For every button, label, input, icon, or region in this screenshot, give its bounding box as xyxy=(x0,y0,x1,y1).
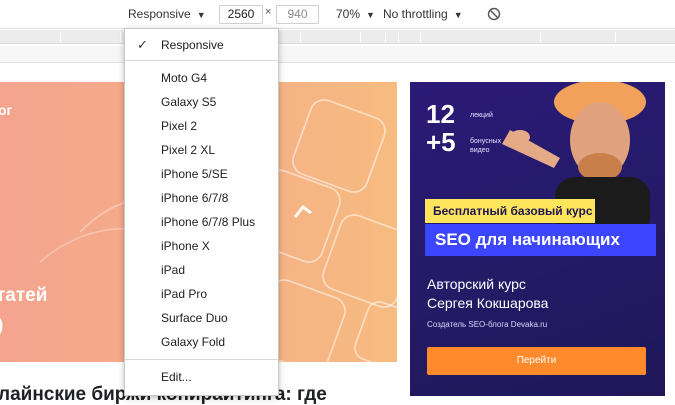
height-input[interactable]: 940 xyxy=(276,5,319,24)
page-ruler xyxy=(0,46,675,63)
menu-item-device[interactable]: iPad xyxy=(125,258,278,282)
bonus-count-label: бонусных видео xyxy=(470,138,502,154)
throttle-select-label: No throttling xyxy=(383,7,448,21)
caret-down-icon: ▼ xyxy=(366,10,375,20)
checkmark-icon: ✓ xyxy=(137,37,148,52)
caret-down-icon: ▼ xyxy=(196,10,206,20)
menu-divider xyxy=(125,60,278,61)
menu-item-label: Responsive xyxy=(161,38,224,52)
hero-heading-fragment-2: ) xyxy=(0,315,3,337)
menu-item-device[interactable]: iPhone 6/7/8 xyxy=(125,186,278,210)
zoom-select[interactable]: 70% ▼ xyxy=(336,5,375,24)
device-dropdown-menu: ✓ Responsive Moto G4 Galaxy S5 Pixel 2 P… xyxy=(124,28,279,396)
go-button[interactable]: Перейти xyxy=(427,347,646,375)
menu-divider xyxy=(125,359,278,360)
no-rotate-icon[interactable] xyxy=(487,7,501,21)
menu-item-device[interactable]: iPhone 5/SE xyxy=(125,162,278,186)
course-title-tag: SEO для начинающих xyxy=(425,224,656,256)
author-description: Создатель SEO-блога Devaka.ru xyxy=(427,320,548,329)
course-author-line-2: Сергея Кокшарова xyxy=(427,295,549,311)
media-query-bar[interactable] xyxy=(0,30,675,44)
device-select-label: Responsive xyxy=(128,7,191,21)
menu-item-device[interactable]: iPad Pro xyxy=(125,282,278,306)
device-select[interactable]: Responsive ▼ xyxy=(128,5,206,23)
throttle-select[interactable]: No throttling ▼ xyxy=(383,5,463,24)
lecture-count: 12 xyxy=(426,99,455,129)
device-toolbar: Responsive ▼ 2560 × 940 70% ▼ No throttlin… xyxy=(0,0,675,29)
menu-item-device[interactable]: Galaxy Fold xyxy=(125,330,278,354)
menu-item-device[interactable]: Moto G4 xyxy=(125,66,278,90)
hero-heading-fragment: татей xyxy=(0,285,48,306)
menu-item-device[interactable]: Pixel 2 XL xyxy=(125,138,278,162)
menu-item-device[interactable]: iPhone 6/7/8 Plus xyxy=(125,210,278,234)
course-author-line-1: Авторский курс xyxy=(427,276,526,292)
menu-item-responsive[interactable]: ✓ Responsive xyxy=(125,33,278,57)
dimension-separator: × xyxy=(265,6,272,18)
free-course-tag: Бесплатный базовый курс xyxy=(425,199,595,223)
menu-item-device[interactable]: Surface Duo xyxy=(125,306,278,330)
ad-banner[interactable]: 12 лекций +5 бонусных видео Бесплатный б… xyxy=(410,82,665,396)
caret-down-icon: ▼ xyxy=(453,10,463,20)
menu-item-device[interactable]: iPhone X xyxy=(125,234,278,258)
menu-item-edit[interactable]: Edit... xyxy=(125,365,278,389)
zoom-select-label: 70% xyxy=(336,7,361,21)
width-input[interactable]: 2560 xyxy=(219,5,263,24)
lecture-count-label: лекций xyxy=(470,112,493,119)
menu-item-device[interactable]: Galaxy S5 xyxy=(125,90,278,114)
hero-title-fragment: ог xyxy=(0,102,13,118)
menu-item-device[interactable]: Pixel 2 xyxy=(125,114,278,138)
bonus-count: +5 xyxy=(426,127,456,157)
